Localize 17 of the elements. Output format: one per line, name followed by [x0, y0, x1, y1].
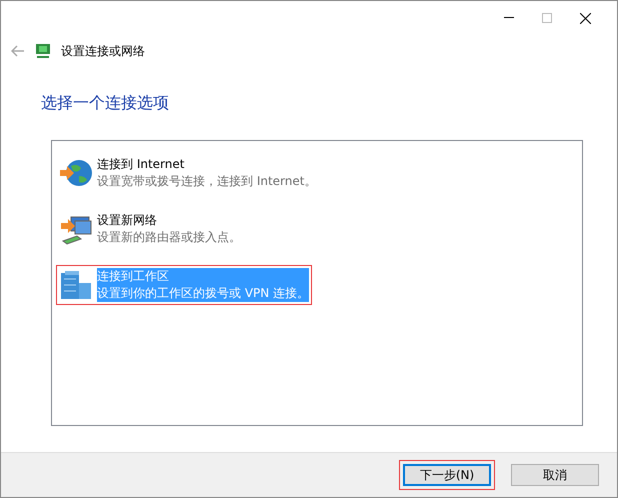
window-title: 设置连接或网络 [61, 42, 145, 60]
close-icon[interactable] [580, 12, 591, 24]
option-title: 设置新网络 [97, 212, 158, 229]
connection-option[interactable]: 设置新网络 设置新的路由器或接入点。 [56, 209, 244, 249]
option-title: 连接到 Internet [97, 156, 186, 173]
minimize-icon[interactable] [504, 17, 514, 19]
option-title: 连接到工作区 [97, 268, 170, 285]
page-heading: 选择一个连接选项 [41, 93, 170, 114]
option-description: 设置到你的工作区的拨号或 VPN 连接。 [97, 285, 310, 302]
option-description: 设置新的路由器或接入点。 [97, 229, 241, 246]
connection-option[interactable]: 连接到 Internet 设置宽带或拨号连接，连接到 Internet。 [56, 153, 320, 193]
option-description: 设置宽带或拨号连接，连接到 Internet。 [97, 173, 316, 190]
dialog-button[interactable]: 取消 [511, 464, 599, 486]
network-icon [35, 43, 51, 59]
dialog-button[interactable]: 下一步(N) [403, 464, 491, 486]
office-building-icon [59, 269, 93, 301]
globe-icon [59, 158, 93, 188]
